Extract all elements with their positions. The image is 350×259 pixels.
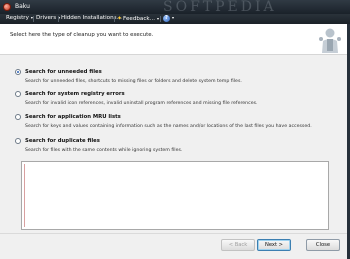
menu-separator xyxy=(33,16,34,22)
option-description: Search for invalid icon references, inva… xyxy=(25,101,258,106)
window-title: Baku xyxy=(15,3,30,10)
menu-drivers[interactable]: Drivers ▾ xyxy=(36,15,60,21)
title-bar: Baku SOFTPEDIA xyxy=(0,0,350,15)
next-button[interactable]: Next > xyxy=(257,239,291,251)
option-description: Search for unneeded files, shortcuts to … xyxy=(25,79,242,84)
text-caret xyxy=(24,164,25,227)
option-description: Search for files with the same contents … xyxy=(25,148,183,153)
softpedia-watermark: SOFTPEDIA xyxy=(163,0,277,15)
radio-duplicate-files[interactable] xyxy=(15,138,21,144)
app-icon xyxy=(3,3,11,11)
footer-divider xyxy=(0,233,350,234)
user-icon xyxy=(319,28,341,53)
menu-bar: Registry ▾ Drivers ▾ Hidden Installations.… xyxy=(0,14,350,24)
option-title: Search for unneeded files xyxy=(25,69,102,75)
chevron-down-icon: ▾ xyxy=(172,15,175,20)
instruction-text: Select here the type of cleanup you want… xyxy=(10,32,154,38)
option-title: Search for system registry errors xyxy=(25,91,125,97)
menu-registry[interactable]: Registry ▾ xyxy=(6,15,33,21)
menu-hidden-installations-label: Hidden Installations... xyxy=(61,15,122,21)
option-title: Search for duplicate files xyxy=(25,138,100,144)
radio-registry-errors[interactable] xyxy=(15,91,21,97)
wizard-header: Select here the type of cleanup you want… xyxy=(0,24,350,55)
help-icon: ? xyxy=(163,15,170,22)
menu-separator xyxy=(160,16,161,22)
menu-drivers-label: Drivers xyxy=(36,15,57,21)
radio-unneeded-files[interactable] xyxy=(15,69,21,75)
option-title: Search for application MRU lists xyxy=(25,114,121,120)
menu-feedback[interactable]: ✦Feedback... ▾ xyxy=(117,15,159,22)
close-button[interactable]: Close xyxy=(306,239,340,251)
option-description: Search for keys and values containing in… xyxy=(25,124,312,129)
menu-separator xyxy=(114,16,115,22)
menu-registry-label: Registry xyxy=(6,15,29,21)
menu-help[interactable]: ? ▾ xyxy=(163,15,174,22)
menu-feedback-label: Feedback... xyxy=(123,16,156,22)
radio-mru-lists[interactable] xyxy=(15,114,21,120)
back-button[interactable]: < Back xyxy=(221,239,255,251)
menu-separator xyxy=(58,16,59,22)
results-textbox[interactable] xyxy=(21,161,329,230)
chevron-down-icon: ▾ xyxy=(157,16,160,21)
menu-hidden-installations[interactable]: Hidden Installations... xyxy=(61,15,122,21)
star-icon: ✦ xyxy=(117,15,123,22)
